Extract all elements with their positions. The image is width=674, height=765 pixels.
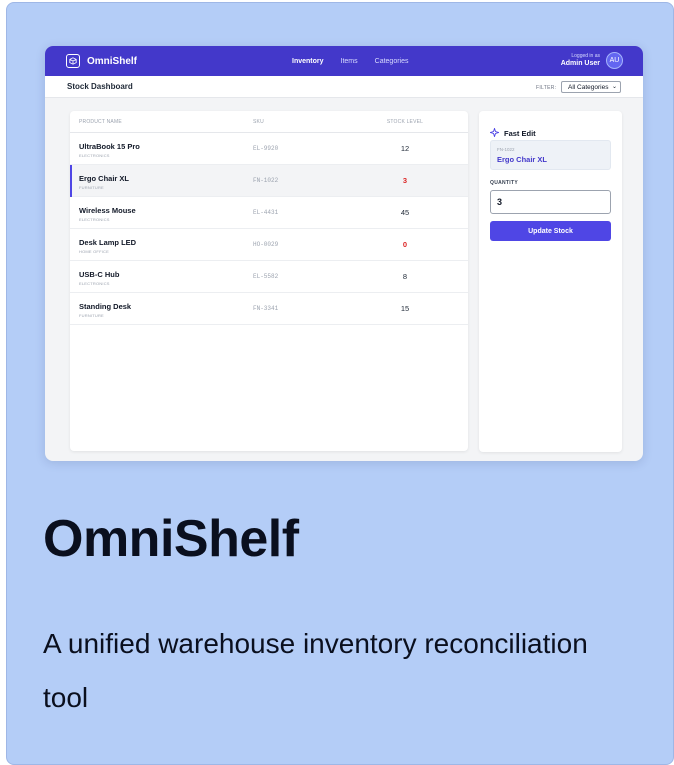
product-name: Desk Lamp LED [79,238,137,247]
table-row[interactable]: USB-C Hub ELECTRONICS EL-5582 8 [70,261,468,293]
brand-logo[interactable]: OmniShelf [66,54,137,68]
logged-in-caption: Logged in as [571,53,600,59]
selected-item-card: FN-1022 Ergo Chair XL [490,140,611,170]
table-row[interactable]: Desk Lamp LED HOME OFFICE HO-0029 0 [70,229,468,261]
product-category: FURNITURE [79,313,104,318]
update-stock-button[interactable]: Update Stock [490,221,611,241]
page-title: Stock Dashboard [67,82,133,91]
selected-item-name: Ergo Chair XL [497,155,548,164]
nav-inventory[interactable]: Inventory [292,58,324,65]
inventory-table: PRODUCT NAME SKU STOCK LEVEL UltraBook 1… [70,111,468,451]
product-name: UltraBook 15 Pro [79,142,140,151]
user-name: Admin User [560,60,600,67]
cube-logo-icon [66,54,80,68]
product-sku: EL-9920 [253,145,279,152]
table-row[interactable]: Wireless Mouse ELECTRONICS EL-4431 45 [70,197,468,229]
category-filter-select[interactable]: All Categories ⌄ [561,81,621,93]
avatar[interactable]: AU [606,52,623,69]
product-category: FURNITURE [79,185,104,190]
hero-subtitle: A unified warehouse inventory reconcilia… [43,628,588,713]
top-navbar: OmniShelf Inventory Items Categories Log… [45,46,643,76]
product-sku: EL-5582 [253,273,279,280]
brand-name: OmniShelf [87,55,138,67]
stock-level: 0 [402,240,408,249]
fast-edit-title: Fast Edit [504,128,536,138]
product-sku: EL-4431 [253,209,279,216]
nav-items[interactable]: Items [341,58,358,65]
filter-selected-value: All Categories [568,83,609,91]
promo-card: OmniShelf Inventory Items Categories Log… [6,2,674,765]
chevron-down-icon: ⌄ [611,84,617,90]
table-header: PRODUCT NAME SKU STOCK LEVEL [70,111,468,133]
column-product-name: PRODUCT NAME [79,119,122,125]
product-category: ELECTRONICS [79,217,110,222]
filter-label: FILTER: [536,85,557,91]
table-row[interactable]: UltraBook 15 Pro ELECTRONICS EL-9920 12 [70,133,468,165]
dashboard-header: Stock Dashboard FILTER: All Categories ⌄ [45,76,643,98]
stock-level: 12 [400,144,410,153]
product-name: USB-C Hub [79,270,120,279]
column-sku: SKU [253,119,264,125]
table-row[interactable]: Standing Desk FURNITURE FN-3341 15 [70,293,468,325]
product-name: Standing Desk [79,302,132,311]
product-sku: FN-3341 [253,305,279,312]
main-nav: Inventory Items Categories [292,46,409,76]
fast-edit-panel: Fast Edit FN-1022 Ergo Chair XL QUANTITY… [479,111,622,452]
stock-level: 3 [402,176,408,185]
product-name: Wireless Mouse [79,206,136,215]
app-screenshot: OmniShelf Inventory Items Categories Log… [45,46,643,461]
selected-item-sku: FN-1022 [497,147,515,152]
column-stock-level: STOCK LEVEL [386,119,424,125]
product-sku: FN-1022 [253,177,279,184]
stock-level: 8 [402,272,408,281]
stock-level: 45 [400,208,410,217]
product-category: HOME OFFICE [79,249,109,254]
product-sku: HO-0029 [253,241,279,248]
quantity-label: QUANTITY [490,180,518,186]
table-row-selected[interactable]: Ergo Chair XL FURNITURE FN-1022 3 [70,165,468,197]
user-menu[interactable]: Logged in as Admin User AU [561,52,623,69]
user-info: Logged in as Admin User [560,53,600,68]
nav-categories[interactable]: Categories [375,58,409,65]
quantity-input[interactable]: 3 [490,190,611,214]
product-category: ELECTRONICS [79,281,110,286]
stock-level: 15 [400,304,410,313]
hero-title: OmniShelf [43,510,299,568]
product-name: Ergo Chair XL [79,174,130,183]
product-category: ELECTRONICS [79,153,110,158]
